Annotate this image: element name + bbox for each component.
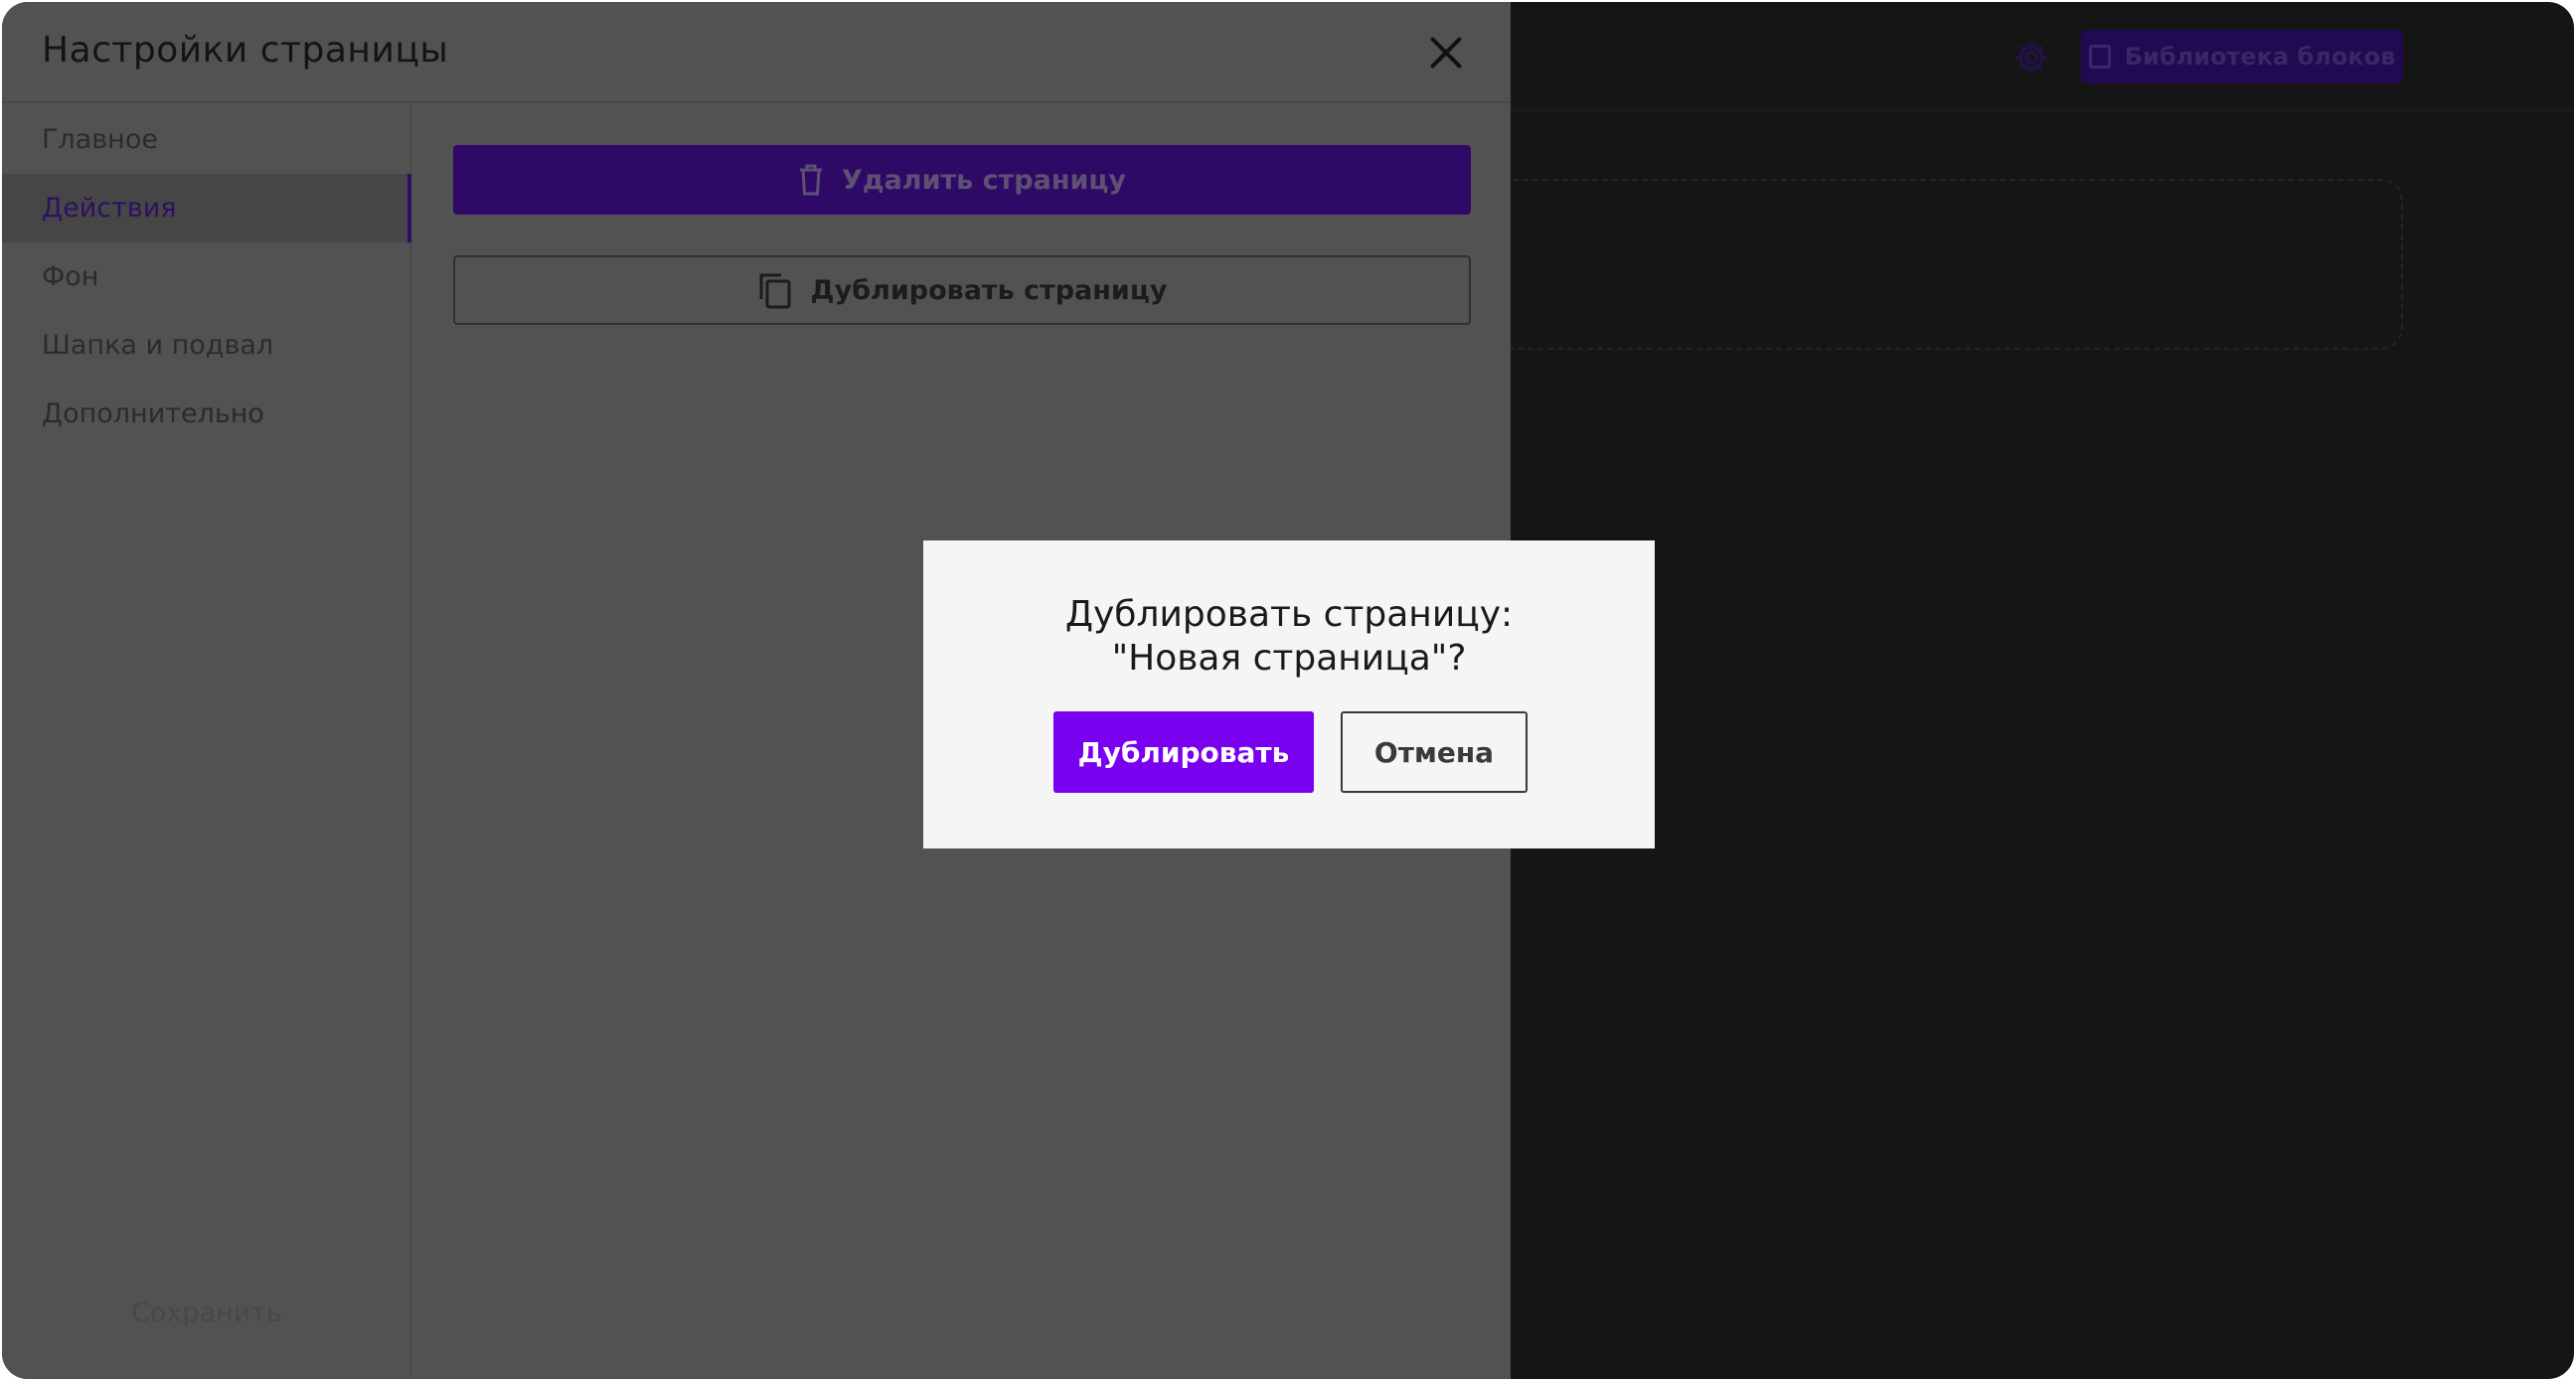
cancel-button[interactable]: Отмена — [1341, 711, 1528, 793]
sidebar-item-label: Фон — [42, 261, 99, 292]
app-frame: Библиотека блоков Настройки страницы Гла… — [2, 2, 2574, 1379]
empty-block-placeholder — [1473, 179, 2403, 350]
duplicate-confirm-dialog: Дублировать страницу: "Новая страница"? … — [923, 540, 1655, 848]
sidebar-item-main[interactable]: Главное — [2, 105, 409, 174]
gear-icon[interactable] — [2012, 38, 2051, 77]
sidebar-item-label: Главное — [42, 124, 158, 155]
settings-sidebar: Главное Действия Фон Шапка и подвал Допо… — [2, 105, 411, 1379]
save-button[interactable]: Сохранить — [2, 1288, 411, 1337]
sidebar-item-background[interactable]: Фон — [2, 242, 409, 311]
sidebar-item-label: Действия — [42, 193, 177, 224]
book-icon — [2088, 45, 2111, 69]
delete-page-button[interactable]: Удалить страницу — [453, 145, 1471, 215]
delete-page-label: Удалить страницу — [841, 164, 1127, 196]
trash-icon — [798, 164, 824, 196]
dialog-title: Дублировать страницу: "Новая страница"? — [923, 593, 1655, 681]
sidebar-item-header-footer[interactable]: Шапка и подвал — [2, 311, 409, 380]
dialog-title-line2: "Новая страница"? — [1111, 638, 1467, 679]
block-library-label: Библиотека блоков — [2124, 43, 2396, 71]
duplicate-page-button[interactable]: Дублировать страницу — [453, 255, 1471, 325]
sidebar-item-advanced[interactable]: Дополнительно — [2, 380, 409, 448]
panel-title: Настройки страницы — [42, 30, 449, 71]
confirm-duplicate-button[interactable]: Дублировать — [1053, 711, 1314, 793]
dialog-title-line1: Дублировать страницу: — [1064, 594, 1514, 635]
close-icon[interactable] — [1427, 34, 1465, 72]
panel-header: Настройки страницы — [2, 2, 1511, 103]
duplicate-page-label: Дублировать страницу — [810, 274, 1168, 306]
sidebar-item-actions[interactable]: Действия — [2, 174, 411, 242]
block-library-button[interactable]: Библиотека блоков — [2081, 30, 2403, 83]
copy-icon — [757, 271, 793, 309]
sidebar-item-label: Шапка и подвал — [42, 330, 274, 361]
sidebar-item-label: Дополнительно — [42, 398, 264, 429]
